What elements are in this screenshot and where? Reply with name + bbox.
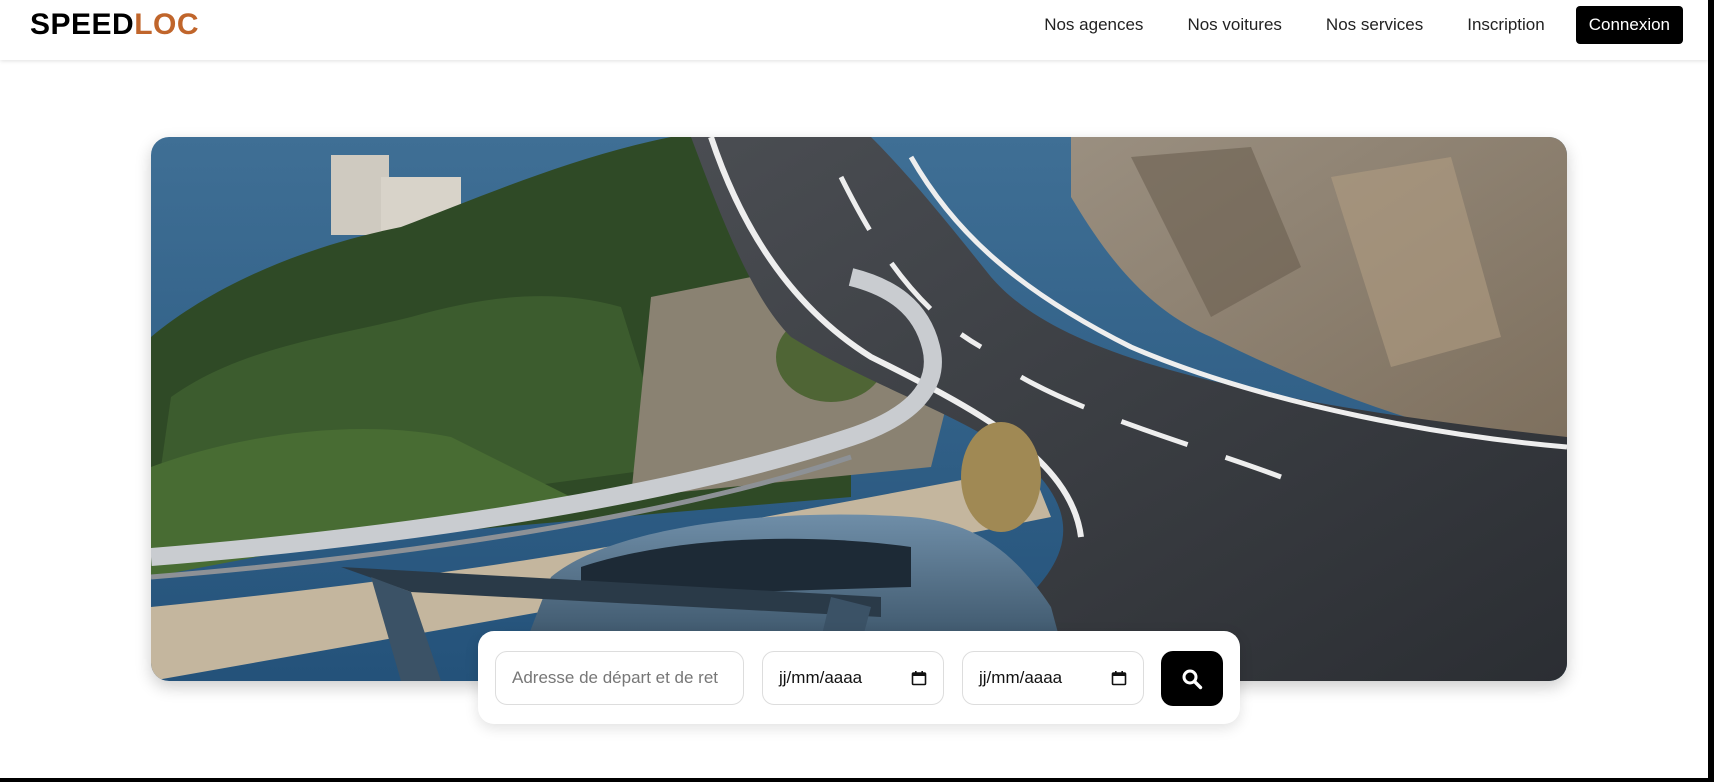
address-input[interactable]: Adresse de départ et de ret <box>495 651 744 705</box>
calendar-icon[interactable] <box>911 670 927 686</box>
start-date-placeholder: jj/mm/aaaa <box>779 668 863 687</box>
nav-link-inscription[interactable]: Inscription <box>1467 15 1544 35</box>
calendar-icon[interactable] <box>1111 670 1127 686</box>
hero-image <box>151 137 1567 681</box>
brand-logo-part2: LOC <box>134 8 200 41</box>
search-icon <box>1182 669 1203 689</box>
nav-link-agences[interactable]: Nos agences <box>1044 15 1143 35</box>
search-bar: Adresse de départ et de ret jj/mm/aaaa j… <box>478 631 1240 724</box>
hero-illustration <box>151 137 1567 681</box>
search-button[interactable] <box>1161 651 1223 706</box>
page: SPEEDLOC Nos agences Nos voitures Nos se… <box>0 0 1708 778</box>
site-header: SPEEDLOC Nos agences Nos voitures Nos se… <box>0 0 1708 60</box>
main-nav: Nos agences Nos voitures Nos services In… <box>1000 6 1683 44</box>
brand-logo[interactable]: SPEEDLOC <box>30 8 199 42</box>
nav-link-services[interactable]: Nos services <box>1326 15 1423 35</box>
nav-link-voitures[interactable]: Nos voitures <box>1187 15 1281 35</box>
login-button[interactable]: Connexion <box>1575 6 1683 44</box>
end-date-placeholder: jj/mm/aaaa <box>979 668 1063 687</box>
start-date-input[interactable]: jj/mm/aaaa <box>762 651 944 705</box>
end-date-input[interactable]: jj/mm/aaaa <box>962 651 1144 705</box>
brand-logo-part1: SPEED <box>30 8 135 41</box>
